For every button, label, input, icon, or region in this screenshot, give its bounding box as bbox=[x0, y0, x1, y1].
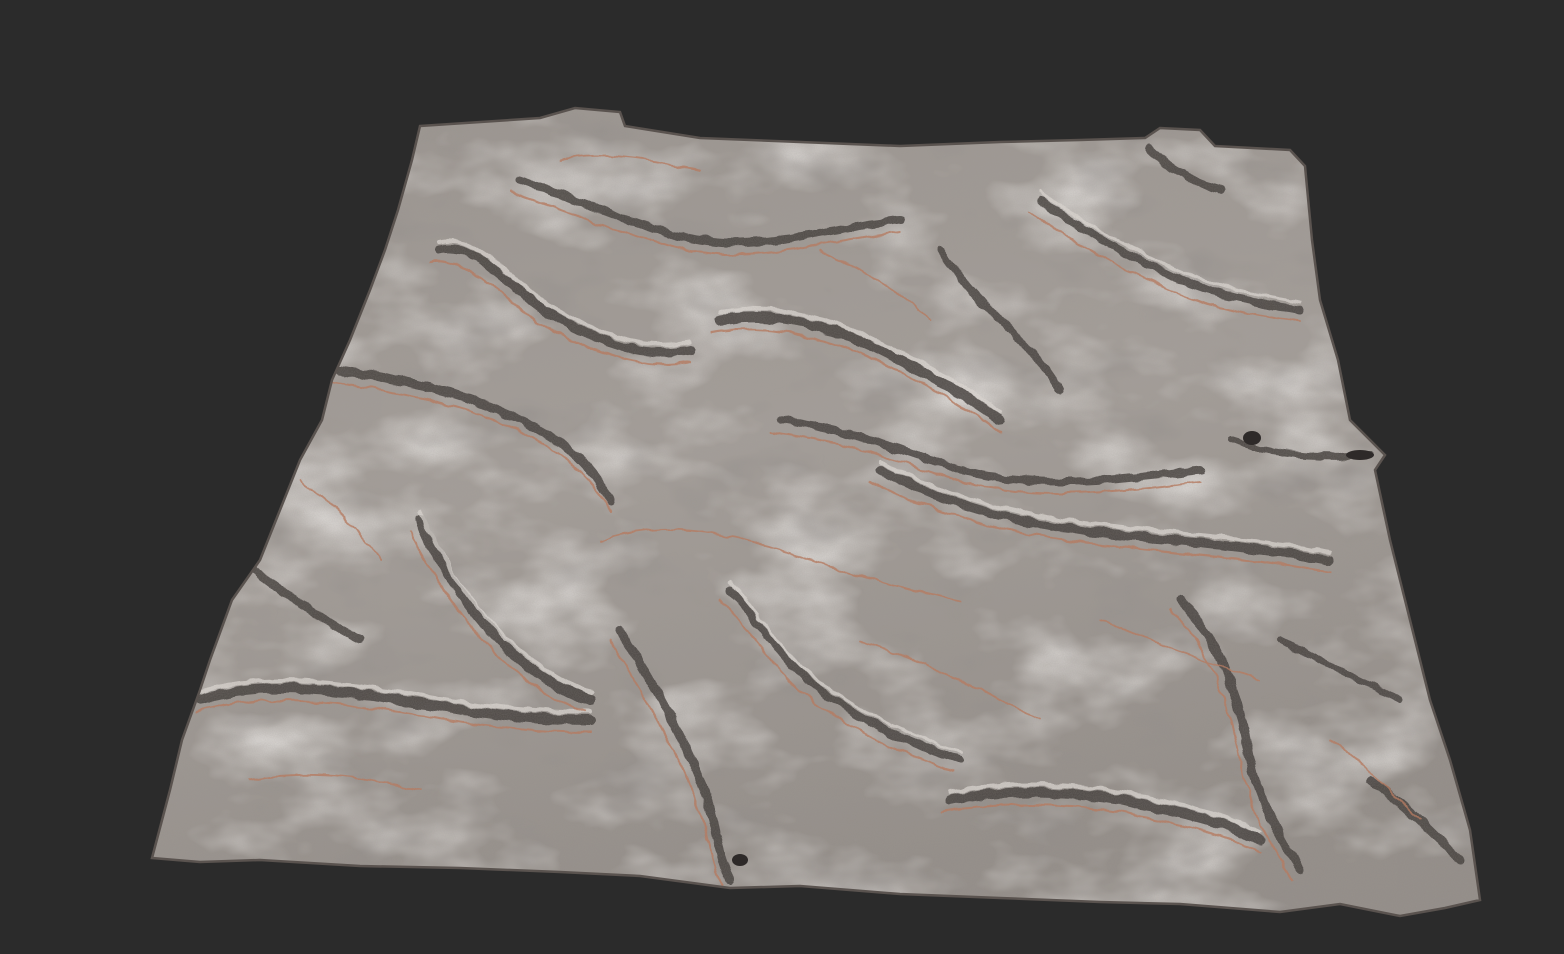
viewport bbox=[0, 0, 1564, 954]
terrain-render bbox=[150, 106, 1482, 918]
terrain-grain bbox=[152, 108, 1480, 916]
